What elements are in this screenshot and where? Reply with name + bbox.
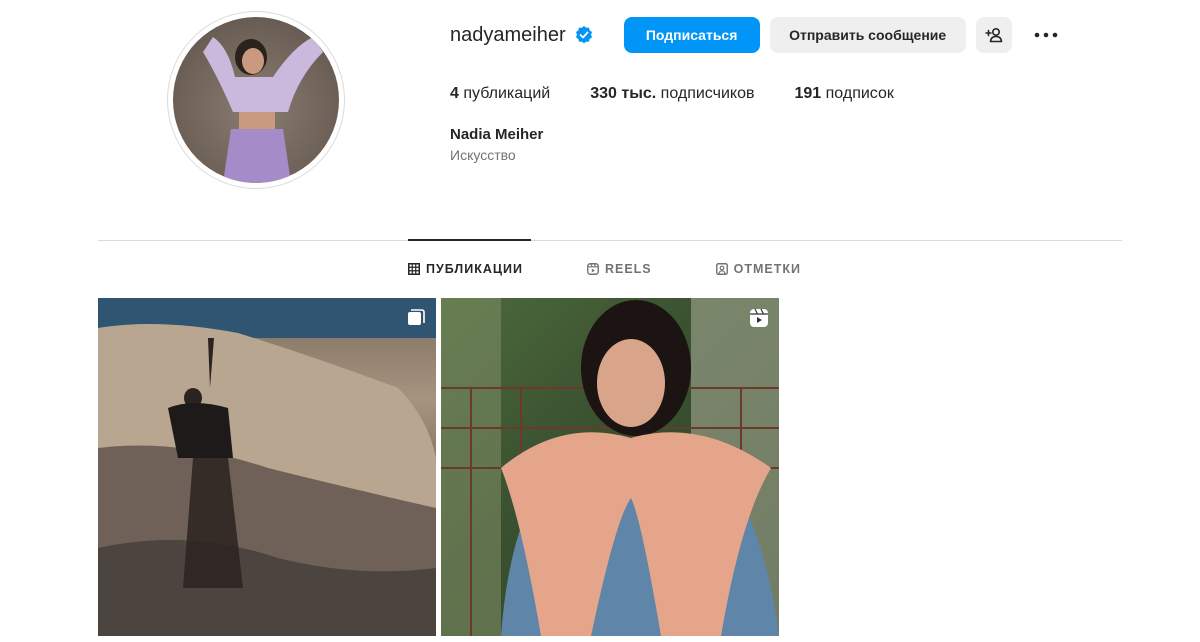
post-thumbnail[interactable]	[441, 298, 779, 636]
tab-reels[interactable]: REELS	[587, 262, 652, 276]
profile-stats: 4 публикаций 330 тыс. подписчиков 191 по…	[450, 85, 934, 103]
carousel-icon	[408, 309, 425, 325]
following-label: подписок	[825, 85, 894, 102]
profile-category: Искусство	[450, 147, 516, 163]
post-image	[441, 298, 779, 636]
posts-count: 4	[450, 85, 459, 102]
suggest-people-button[interactable]	[975, 17, 1012, 53]
tagged-icon	[715, 263, 728, 275]
full-name: Nadia Meiher	[450, 126, 544, 143]
send-message-button[interactable]: Отправить сообщение	[769, 17, 966, 53]
following-stat[interactable]: 191 подписок	[794, 85, 893, 103]
following-count: 191	[794, 85, 822, 102]
verified-badge-icon	[574, 25, 594, 45]
post-thumbnail[interactable]	[98, 298, 436, 636]
profile-tabs: ПУБЛИКАЦИИ REELS ОТМЕТКИ	[408, 262, 865, 276]
posts-label: публикаций	[463, 85, 551, 102]
profile-avatar-ring[interactable]	[167, 11, 345, 189]
followers-count: 330 тыс.	[590, 85, 657, 102]
tab-tagged[interactable]: ОТМЕТКИ	[715, 262, 801, 276]
person-add-icon	[984, 27, 1002, 43]
tabs-divider	[98, 240, 1122, 241]
tab-posts-label: ПУБЛИКАЦИИ	[426, 262, 523, 276]
avatar-image	[203, 37, 323, 183]
more-options-button[interactable]	[1030, 17, 1062, 53]
more-icon	[1034, 32, 1057, 38]
followers-label: подписчиков	[660, 85, 755, 102]
avatar[interactable]	[173, 17, 339, 183]
follow-button[interactable]: Подписаться	[623, 17, 760, 53]
posts-count-stat: 4 публикаций	[450, 85, 550, 103]
grid-icon	[408, 263, 420, 275]
post-image	[98, 298, 436, 636]
tab-reels-label: REELS	[604, 262, 652, 276]
reels-icon	[750, 308, 768, 327]
profile-header: nadyameiher Подписаться Отправить сообще…	[450, 17, 1062, 53]
tab-tagged-label: ОТМЕТКИ	[733, 262, 801, 276]
active-tab-indicator	[408, 239, 531, 241]
reels-icon	[587, 263, 599, 275]
tab-posts[interactable]: ПУБЛИКАЦИИ	[408, 262, 523, 276]
username[interactable]: nadyameiher	[450, 24, 566, 47]
followers-stat[interactable]: 330 тыс. подписчиков	[590, 85, 754, 103]
